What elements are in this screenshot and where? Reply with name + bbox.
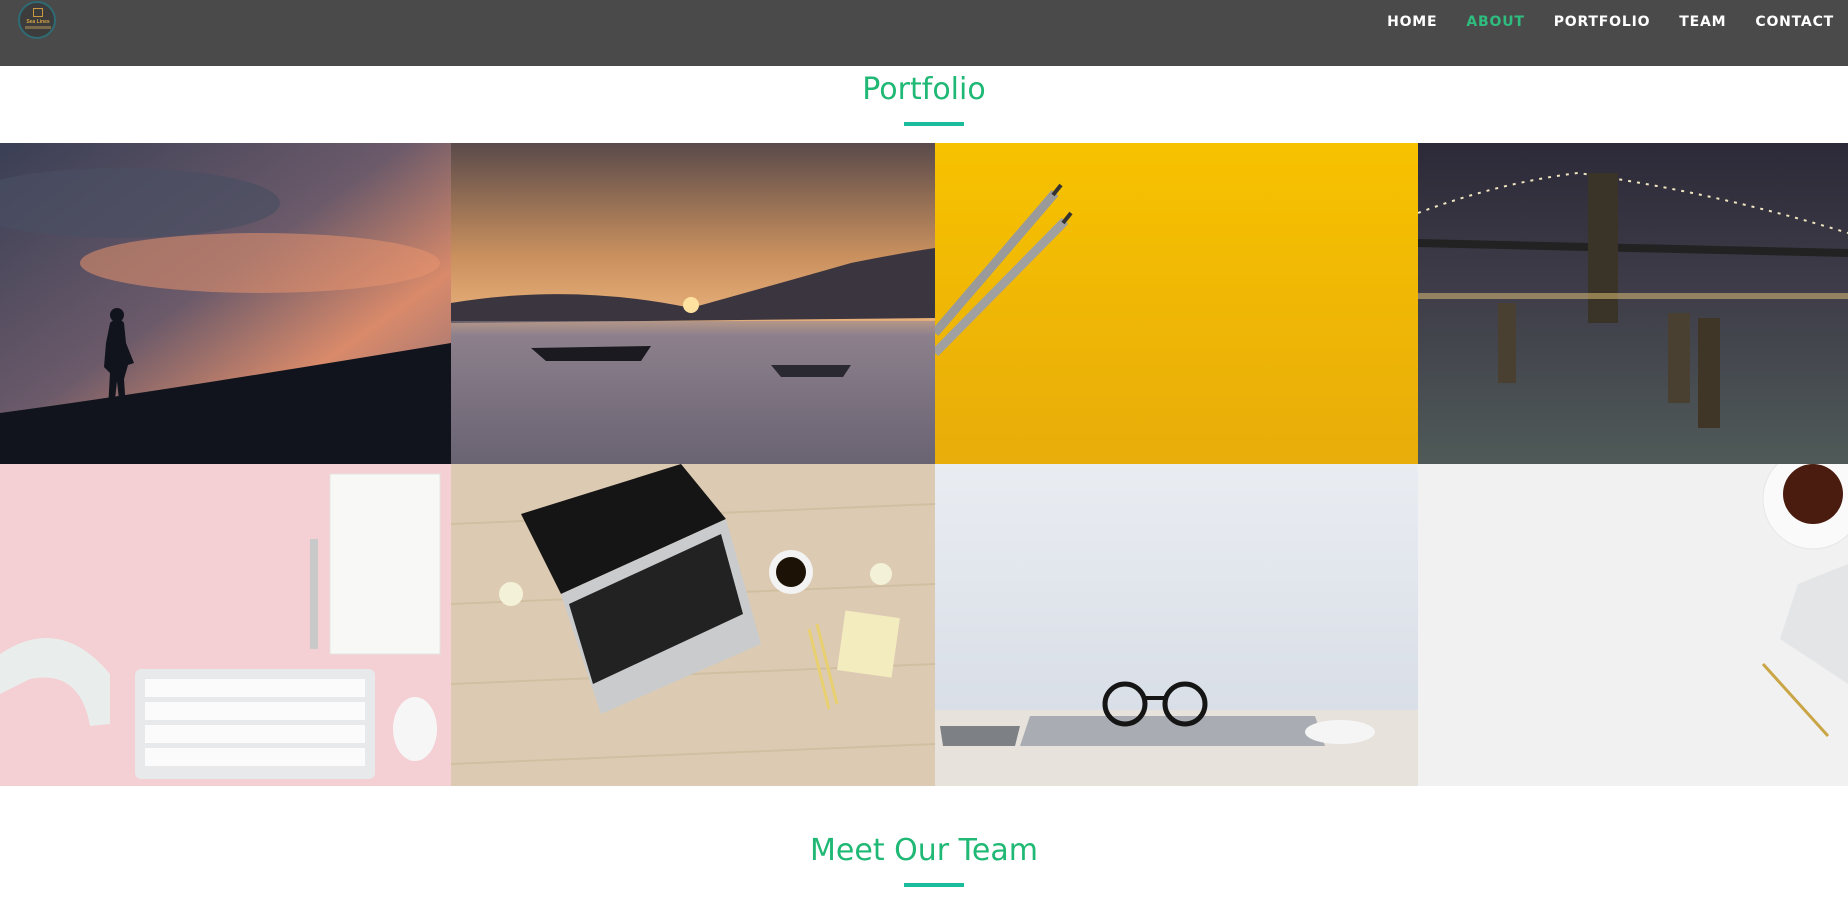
portfolio-item-frozen-lake[interactable] xyxy=(451,143,935,464)
laptop-wood-image xyxy=(451,464,935,786)
portfolio-item-silhouette[interactable] xyxy=(0,143,451,464)
logo-underline xyxy=(25,26,51,29)
glasses-laptop-image xyxy=(935,464,1418,786)
logo-text: Sea Lines xyxy=(26,19,50,25)
team-title: Meet Our Team xyxy=(810,833,1038,868)
pink-desk-image xyxy=(0,464,451,786)
team-title-underline xyxy=(904,883,964,887)
nav-home[interactable]: HOME xyxy=(1387,12,1437,32)
coffee-white-desk-image xyxy=(1418,464,1848,786)
frozen-lake-image xyxy=(451,143,935,464)
bridge-night-image xyxy=(1418,143,1848,464)
portfolio-item-glasses[interactable] xyxy=(935,464,1418,786)
portfolio-item-coffee-white[interactable] xyxy=(1418,464,1848,786)
pencils-yellow-image xyxy=(935,143,1418,464)
portfolio-title: Portfolio xyxy=(862,72,986,107)
portfolio-item-bridge[interactable] xyxy=(1418,143,1848,464)
logo-emblem-icon xyxy=(33,8,43,17)
portfolio-item-pink-desk[interactable] xyxy=(0,464,451,786)
navbar: Sea Lines HOME ABOUT PORTFOLIO TEAM CONT… xyxy=(0,0,1848,66)
portfolio-title-underline xyxy=(904,122,964,126)
portfolio-item-pencils[interactable] xyxy=(935,143,1418,464)
main-nav: HOME ABOUT PORTFOLIO TEAM CONTACT xyxy=(1358,12,1834,32)
portfolio-item-laptop[interactable] xyxy=(451,464,935,786)
nav-about[interactable]: ABOUT xyxy=(1466,12,1524,32)
brand-logo[interactable]: Sea Lines xyxy=(18,1,56,39)
nav-portfolio[interactable]: PORTFOLIO xyxy=(1554,12,1651,32)
silhouette-sunset-image xyxy=(0,143,451,464)
nav-contact[interactable]: CONTACT xyxy=(1755,12,1834,32)
nav-team[interactable]: TEAM xyxy=(1679,12,1726,32)
